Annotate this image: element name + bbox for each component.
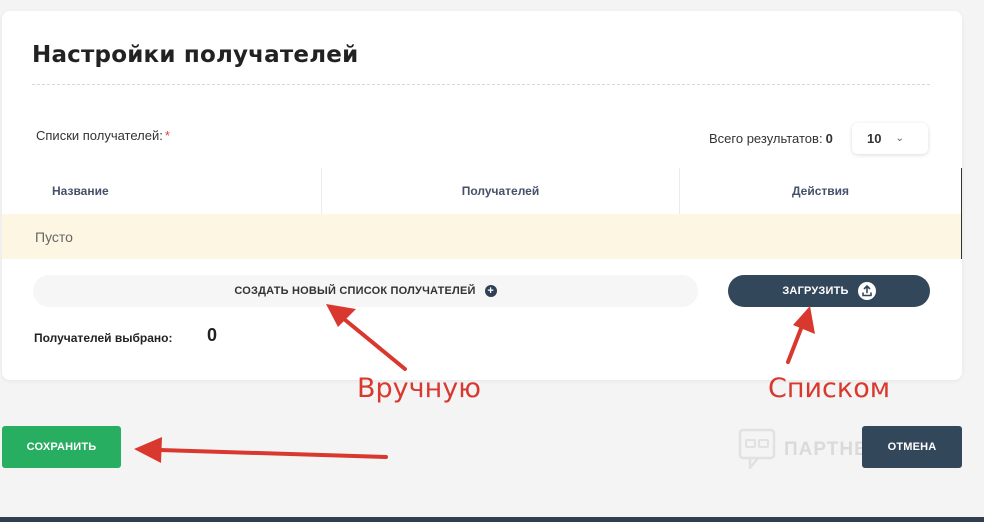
total-results: Всего результатов: 0 — [709, 131, 833, 146]
save-button[interactable]: СОХРАНИТЬ — [2, 426, 121, 468]
cancel-button[interactable]: ОТМЕНА — [862, 426, 962, 468]
bottom-bar — [0, 517, 984, 522]
column-name[interactable]: Название — [2, 168, 322, 214]
required-mark: * — [164, 128, 170, 143]
create-list-label: СОЗДАТЬ НОВЫЙ СПИСОК ПОЛУЧАТЕЛЕЙ — [234, 285, 476, 297]
per-page-value: 10 — [867, 131, 882, 146]
annotation-by-list: Списком — [768, 373, 891, 404]
selected-recipients-label: Получателей выбрано: — [34, 331, 173, 345]
partner-logo-icon — [738, 428, 776, 470]
total-results-value: 0 — [825, 131, 833, 146]
upload-icon — [857, 282, 876, 300]
page-title: Настройки получателей — [32, 42, 359, 68]
column-actions: Действия — [791, 184, 850, 198]
upload-button[interactable]: ЗАГРУЗИТЬ — [728, 275, 930, 307]
table-header: Название Получателей Действия — [2, 168, 962, 214]
selected-recipients-count: 0 — [207, 325, 218, 345]
per-page-select[interactable]: 10 ⌄ — [852, 123, 928, 154]
annotation-manual: Вручную — [357, 373, 481, 404]
arrow-to-save-icon — [134, 437, 388, 463]
total-results-label: Всего результатов: — [709, 131, 823, 146]
chevron-down-icon: ⌄ — [895, 133, 904, 144]
column-recipients[interactable]: Получателей — [322, 168, 680, 214]
upload-label: ЗАГРУЗИТЬ — [782, 285, 849, 297]
recipient-lists-label-text: Списки получателей: — [36, 128, 163, 143]
recipient-lists-label: Списки получателей: * — [36, 128, 170, 143]
create-list-button[interactable]: СОЗДАТЬ НОВЫЙ СПИСОК ПОЛУЧАТЕЛЕЙ + — [33, 275, 698, 307]
plus-circle-icon: + — [484, 285, 497, 297]
empty-table-row: Пусто — [2, 214, 962, 259]
title-divider — [32, 84, 930, 85]
